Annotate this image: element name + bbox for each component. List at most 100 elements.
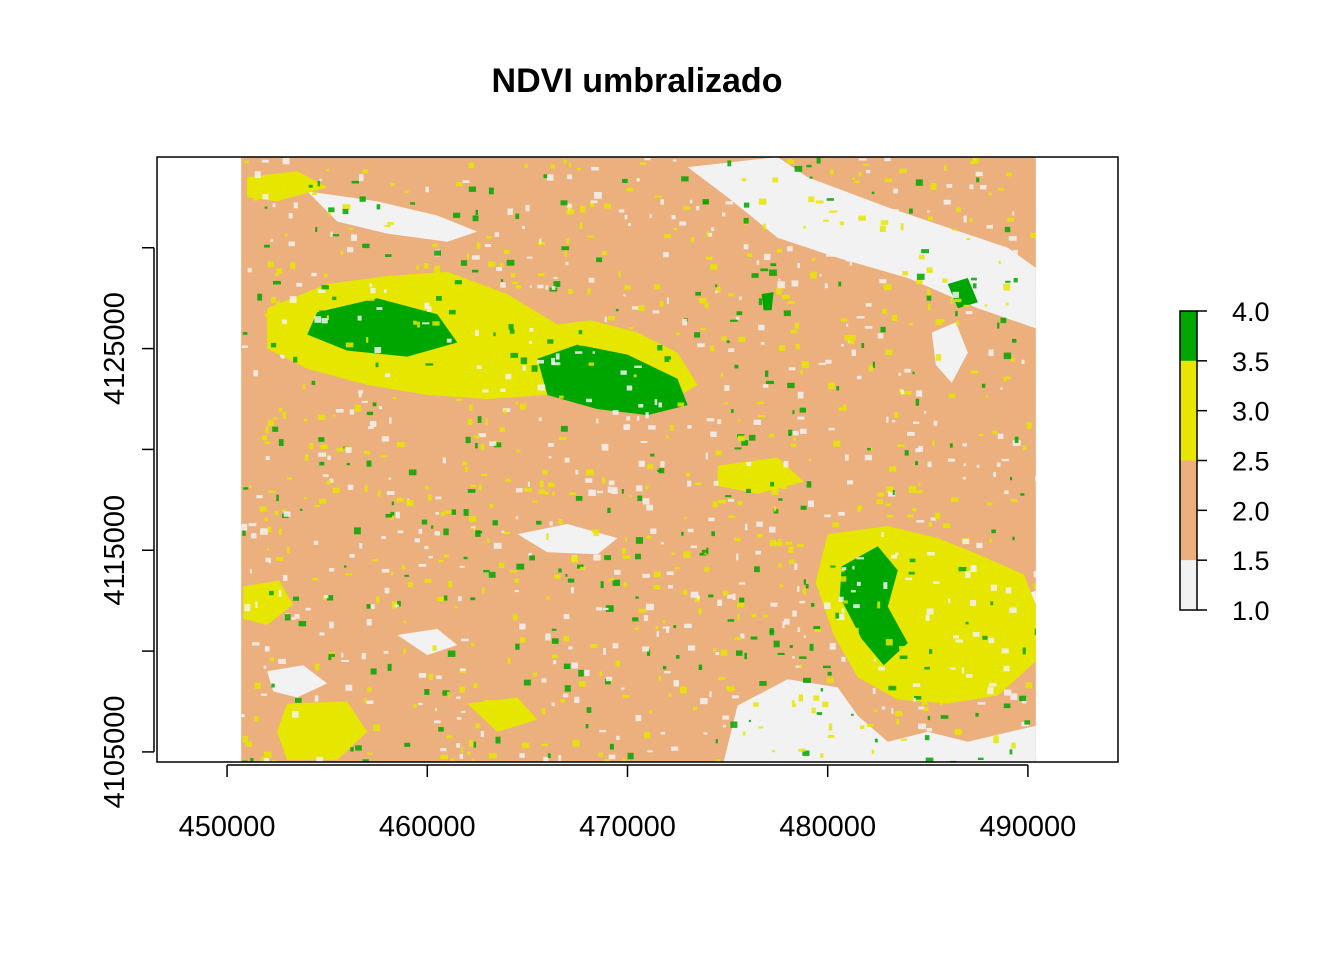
raster-speckle (649, 214, 652, 219)
raster-speckle (726, 340, 730, 344)
raster-speckle (797, 263, 800, 269)
raster-speckle (888, 685, 897, 691)
raster-speckle (309, 443, 314, 449)
raster-speckle (448, 581, 453, 588)
raster-speckle (734, 364, 739, 369)
raster-speckle (345, 342, 354, 348)
raster-speckle (311, 272, 317, 277)
raster-speckle (876, 499, 884, 505)
raster-speckle (907, 514, 914, 518)
raster-speckle (877, 492, 884, 497)
raster-speckle (915, 398, 920, 406)
raster-speckle (966, 674, 973, 678)
raster-speckle (607, 507, 611, 513)
raster-speckle (288, 241, 295, 247)
raster-speckle (481, 473, 488, 477)
raster-speckle (435, 708, 438, 712)
raster-speckle (456, 287, 464, 293)
raster-speckle (918, 723, 926, 730)
raster-speckle (813, 626, 821, 630)
raster-speckle (936, 319, 945, 323)
raster-speckle (987, 687, 994, 695)
raster-speckle (468, 162, 474, 169)
raster-speckle (637, 495, 643, 501)
raster-speckle (372, 402, 377, 407)
raster-speckle (261, 693, 267, 696)
raster-speckle (319, 178, 322, 182)
raster-speckle (912, 371, 915, 375)
raster-speckle (254, 682, 261, 689)
raster-speckle (424, 579, 432, 583)
raster-speckle (638, 305, 645, 311)
x-tick-label: 480000 (779, 811, 876, 843)
raster-speckle (436, 596, 444, 602)
raster-speckle (442, 457, 446, 464)
raster-speckle (568, 289, 573, 294)
raster-speckle (846, 323, 849, 327)
raster-speckle (885, 349, 893, 355)
raster-speckle (838, 281, 842, 287)
raster-speckle (953, 635, 959, 639)
raster-speckle (800, 505, 807, 510)
raster-speckle (487, 538, 490, 543)
raster-speckle (705, 452, 708, 460)
raster-speckle (648, 425, 656, 430)
raster-speckle (935, 354, 942, 361)
raster-speckle (956, 320, 960, 326)
raster-speckle (541, 708, 546, 714)
raster-speckle (551, 286, 556, 290)
raster-speckle (871, 749, 875, 754)
raster-speckle (278, 589, 282, 597)
raster-speckle (891, 420, 896, 423)
raster-speckle (264, 646, 270, 652)
raster-speckle (328, 207, 335, 213)
raster-speckle (443, 528, 449, 536)
raster-speckle (886, 514, 893, 518)
raster-speckle (1021, 359, 1025, 365)
raster-speckle (997, 322, 1000, 329)
raster-speckle (378, 406, 382, 410)
raster-speckle (885, 639, 893, 646)
raster-speckle (757, 534, 763, 538)
raster-speckle (484, 244, 491, 248)
raster-speckle (300, 353, 304, 361)
raster-speckle (791, 700, 795, 704)
raster-speckle (891, 314, 898, 321)
raster-speckle (683, 206, 691, 210)
raster-speckle (971, 277, 977, 281)
raster-speckle (727, 160, 732, 167)
raster-speckle (778, 563, 782, 568)
raster-speckle (924, 735, 930, 741)
raster-speckle (456, 696, 461, 699)
raster-speckle (482, 587, 485, 594)
raster-speckle (825, 359, 832, 364)
raster-speckle (592, 351, 595, 354)
raster-speckle (1005, 280, 1011, 283)
raster-speckle (746, 488, 751, 493)
raster-region-class-4 (761, 292, 774, 311)
raster-speckle (710, 431, 717, 437)
raster-speckle (376, 204, 381, 210)
raster-speckle (293, 329, 297, 334)
raster-speckle (498, 562, 505, 569)
raster-speckle (751, 613, 757, 618)
raster-speckle (386, 491, 395, 495)
raster-speckle (364, 485, 368, 493)
raster-speckle (599, 730, 606, 733)
raster-speckle (889, 466, 897, 472)
raster-speckle (283, 511, 291, 517)
raster-speckle (954, 298, 962, 303)
raster-speckle (272, 203, 276, 208)
raster-speckle (735, 316, 740, 320)
raster-speckle (986, 224, 993, 229)
raster-speckle (574, 696, 580, 703)
raster-speckle (759, 681, 767, 686)
raster-speckle (899, 655, 908, 660)
raster-speckle (314, 504, 320, 508)
raster-speckle (424, 689, 430, 695)
raster-speckle (606, 676, 613, 682)
raster-speckle (770, 481, 775, 487)
raster-speckle (927, 210, 930, 213)
raster-speckle (795, 344, 800, 350)
raster-speckle (950, 667, 956, 670)
